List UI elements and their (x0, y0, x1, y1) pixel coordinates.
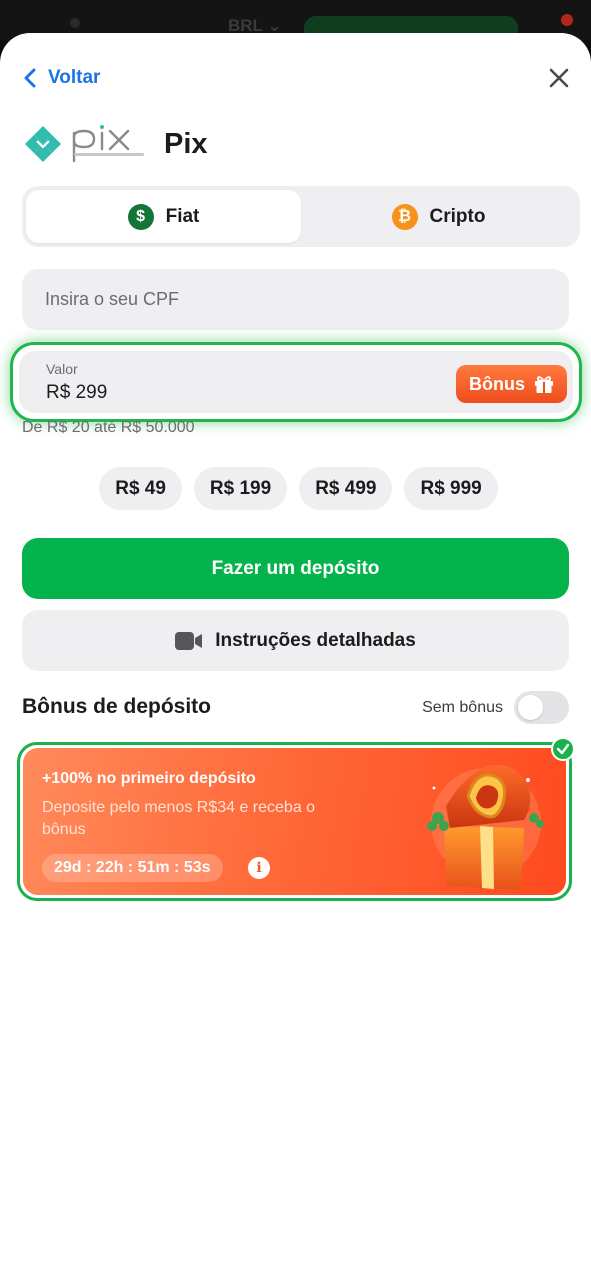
preset-amount-chip[interactable]: R$ 49 (99, 467, 182, 510)
notification-dot (561, 14, 573, 26)
preset-amount-chip[interactable]: R$ 499 (299, 467, 393, 510)
gift-icon (535, 376, 553, 393)
video-camera-icon (175, 631, 203, 650)
back-label: Voltar (48, 67, 101, 88)
back-button[interactable]: Voltar (22, 63, 100, 93)
bonus-countdown-timer: 29d : 22h : 51m : 53s (42, 854, 223, 882)
bonus-button[interactable]: Bônus (456, 365, 567, 403)
amount-input[interactable]: Valor R$ 299 Bônus (19, 351, 573, 413)
cpf-placeholder: Insira o seu CPF (45, 289, 180, 309)
no-bonus-toggle[interactable] (514, 691, 569, 724)
tab-fiat[interactable]: $ Fiat (26, 190, 301, 243)
bonus-offer-title: +100% no primeiro depósito (42, 770, 256, 787)
background-icon (70, 18, 80, 28)
amount-range-hint: De R$ 20 até R$ 50.000 (22, 419, 195, 436)
deposit-button-label: Fazer um depósito (211, 557, 380, 579)
close-icon (549, 68, 569, 88)
bonus-section-title: Bônus de depósito (22, 695, 211, 718)
preset-amount-chip[interactable]: R$ 199 (193, 467, 288, 510)
tab-cripto[interactable]: ₿ Cripto (301, 190, 576, 243)
bonus-offer-card[interactable]: +100% no primeiro depósito Deposite pelo… (17, 742, 572, 901)
cpf-input[interactable]: Insira o seu CPF (22, 269, 569, 330)
no-bonus-label: Sem bônus (422, 699, 503, 716)
bonus-button-label: Bônus (469, 373, 525, 394)
selected-check-icon (551, 737, 575, 761)
deposit-button[interactable]: Fazer um depósito (22, 538, 569, 599)
preset-amount-chip[interactable]: R$ 999 (404, 467, 498, 510)
amount-value: R$ 299 (46, 382, 108, 403)
bitcoin-icon: ₿ (391, 203, 418, 230)
tab-cripto-label: Cripto (429, 205, 486, 227)
payment-method-header: Pix (22, 119, 208, 169)
payment-method-title: Pix (164, 127, 208, 160)
instructions-label: Instruções detalhadas (215, 629, 416, 651)
toggle-knob (518, 695, 543, 720)
preset-amounts: R$ 49 R$ 199 R$ 499 R$ 999 (0, 467, 591, 510)
dollar-coin-icon: $ (127, 203, 154, 230)
instructions-button[interactable]: Instruções detalhadas (22, 610, 569, 671)
bonus-offer-description: Deposite pelo menos R$34 e receba o bônu… (42, 799, 316, 838)
tab-fiat-label: Fiat (165, 205, 200, 227)
gift-box-illustration (427, 764, 544, 890)
pix-logo (25, 125, 144, 163)
currency-type-switch: $ Fiat ₿ Cripto (22, 186, 580, 247)
info-icon[interactable]: i (248, 857, 270, 879)
close-button[interactable] (544, 63, 574, 93)
bonus-offer-banner: +100% no primeiro depósito Deposite pelo… (23, 748, 566, 895)
chevron-left-icon (24, 68, 36, 88)
amount-label: Valor (46, 361, 78, 377)
amount-field-highlight: Valor R$ 299 Bônus (10, 342, 582, 422)
deposit-sheet: Voltar Pix $ Fiat ₿ Cripto Insira o seu … (0, 33, 591, 1280)
